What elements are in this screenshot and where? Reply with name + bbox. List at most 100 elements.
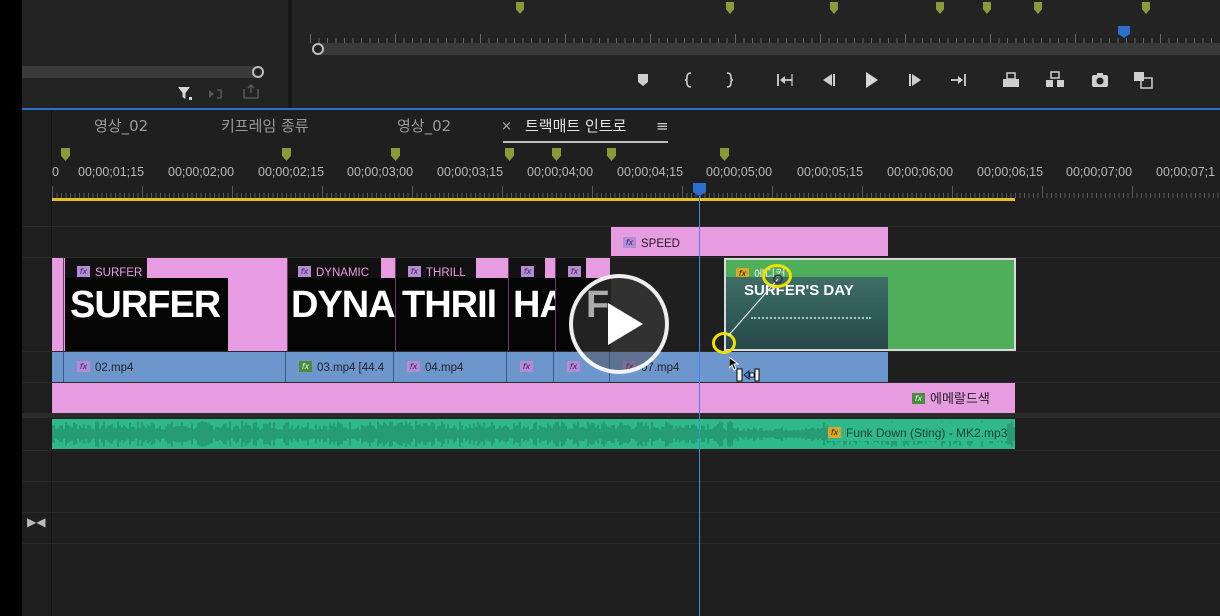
tab-keyframe-types[interactable]: 키프레임 종류 [221, 115, 309, 136]
clip-header: fx DYNAMIC [288, 258, 381, 279]
go-to-out-icon[interactable] [945, 69, 971, 91]
timecode-label: 00;00;01;15 [78, 165, 145, 179]
timecode-label: 00;00;02;00 [168, 165, 235, 179]
clip-header: fx [509, 258, 545, 278]
timecode-label: 00;00;07;00 [1066, 165, 1133, 179]
fx-badge-icon: fx [623, 237, 636, 248]
tab-sequence-2[interactable]: 영상_02 [397, 115, 451, 136]
play-overlay-button[interactable] [569, 274, 669, 374]
lift-icon[interactable] [998, 69, 1024, 91]
extract-icon[interactable] [1042, 69, 1068, 91]
fx-badge-icon: fx [568, 266, 581, 277]
tab-track-matte-intro[interactable]: 트랙매트 인트로 [525, 115, 626, 136]
video-audio-divider [22, 413, 1220, 418]
clip-header: fx [556, 258, 586, 278]
timecode-label: 00;00;02;15 [258, 165, 325, 179]
overwrite-icon[interactable] [242, 83, 260, 100]
insert-icon[interactable] [208, 86, 226, 100]
thumbnail-text: SURFER [70, 284, 221, 326]
keyframe-link-line [727, 274, 783, 337]
timecode-label: 00;00;05;15 [797, 165, 864, 179]
clip-label: 03.mp4 [44.4 [317, 362, 385, 374]
track-divider [22, 450, 1220, 451]
play-icon [608, 303, 643, 345]
timecode-label: 00;00;03;00 [347, 165, 414, 179]
audio-clip[interactable]: fx Funk Down (Sting) - MK2.mp3 [52, 419, 1015, 449]
video-clip-02[interactable]: fx 02.mp4 [65, 352, 286, 382]
go-to-in-icon[interactable] [772, 69, 798, 91]
fx-badge-icon: fx [408, 266, 421, 277]
timecode-label: 00;00;03;15 [437, 165, 504, 179]
fx-badge-icon: fx [407, 361, 420, 372]
tab-menu-icon[interactable]: ≡ [656, 117, 669, 135]
fx-badge-icon: fx [299, 361, 312, 372]
track-headers [22, 110, 52, 616]
thumbnail-text: THRIl [402, 284, 497, 326]
clip-thumbnail: THRIl [396, 278, 508, 351]
program-zoom-scrollbar[interactable] [316, 43, 1220, 55]
playhead-line [699, 196, 700, 616]
active-tab-underline [503, 141, 668, 143]
video-clip-03[interactable]: fx 03.mp4 [44.4 [287, 352, 394, 382]
source-zoom-handle[interactable] [252, 66, 264, 78]
close-icon[interactable]: × [501, 119, 512, 134]
filter-icon[interactable] [176, 84, 194, 102]
title-clip-4[interactable]: fx HA [508, 258, 555, 351]
fx-badge-icon: fx [77, 266, 90, 277]
thumbnail-text: HA [513, 284, 555, 326]
fx-badge-icon: fx [828, 427, 841, 438]
fx-badge-icon: fx [912, 393, 925, 404]
timecode-label: 00;00;04;00 [527, 165, 594, 179]
clip-label: 에메랄드색 [930, 391, 990, 406]
title-clip-surfer[interactable]: fx SURFER SURFER [65, 258, 286, 351]
timeline-ruler[interactable] [52, 183, 1220, 198]
clip-label: 02.mp4 [95, 362, 134, 374]
export-frame-icon[interactable] [1087, 69, 1113, 91]
clip-label: 04.mp4 [425, 362, 464, 374]
color-matte-clip[interactable]: fx 에메랄드색 [52, 383, 1015, 413]
marker-icon[interactable] [630, 69, 656, 91]
step-forward-icon[interactable] [903, 69, 929, 91]
compare-icon[interactable] [1130, 69, 1156, 91]
timecode-label: 00;00;07;1 [1156, 165, 1216, 179]
speed-clip[interactable]: fx SPEED [611, 227, 888, 256]
clip-thumbnail: HA [509, 278, 555, 351]
fx-badge-icon: fx [520, 361, 533, 372]
fx-badge-icon: fx [298, 266, 311, 277]
timecode-label: 00;00;06;00 [887, 165, 954, 179]
timecode-label: 00;00;06;15 [977, 165, 1044, 179]
program-zoom-handle[interactable] [312, 43, 324, 55]
work-area-bar[interactable] [52, 198, 1015, 201]
clip-thumbnail: DYNAI [288, 278, 395, 351]
collapse-tracks-icon[interactable]: ▶◀ [27, 515, 45, 529]
play-icon[interactable] [858, 69, 884, 91]
title-clip-dynamic[interactable]: fx DYNAMIC DYNAI [287, 258, 395, 351]
track-divider [22, 512, 1220, 513]
fx-badge-icon: fx [77, 361, 90, 372]
step-back-icon[interactable] [815, 69, 841, 91]
timecode-label: 00;00;04;15 [617, 165, 684, 179]
title-clip-edge[interactable] [52, 258, 64, 351]
video-clip-edge[interactable] [52, 352, 64, 382]
video-clip-04[interactable]: fx 04.mp4 [395, 352, 507, 382]
program-ruler[interactable] [310, 28, 1215, 43]
source-zoom-scrollbar[interactable] [22, 66, 262, 78]
fx-badge-icon: fx [521, 266, 534, 277]
clip-header: fx THRILL [396, 258, 476, 279]
trim-cursor-icon [736, 367, 760, 382]
mark-out-icon[interactable] [716, 69, 742, 91]
track-divider [22, 543, 1220, 544]
clip-thumbnail: SURFER [65, 278, 228, 351]
tab-sequence-1[interactable]: 영상_02 [94, 115, 148, 136]
thumbnail-text: DYNAI [291, 284, 395, 326]
timecode-label: 0 [52, 165, 59, 179]
title-clip-thrill[interactable]: fx THRILL THRIl [395, 258, 508, 351]
clip-label: SPEED [641, 238, 680, 250]
track-divider [22, 481, 1220, 482]
timecode-label: 00;00;05;00 [706, 165, 773, 179]
window-edge [0, 0, 22, 616]
video-clip-05[interactable]: fx [508, 352, 554, 382]
clip-header: fx Funk Down (Sting) - MK2.mp3 [828, 422, 1008, 441]
clip-label: Funk Down (Sting) - MK2.mp3 [846, 426, 1008, 440]
mark-in-icon[interactable] [676, 69, 702, 91]
